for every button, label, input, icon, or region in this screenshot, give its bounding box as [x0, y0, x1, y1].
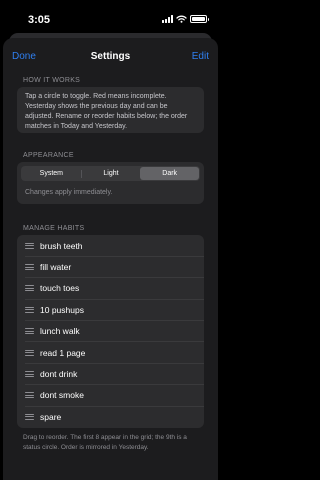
habit-row-read-1-page[interactable]: read 1 page: [17, 342, 204, 364]
cellular-signal-icon: [162, 15, 173, 23]
status-icons: [162, 15, 209, 23]
habit-name: read 1 page: [40, 347, 86, 358]
habit-name: 10 pushups: [40, 304, 84, 315]
habit-name: brush teeth: [40, 240, 83, 251]
appearance-option-dark[interactable]: Dark: [140, 167, 200, 180]
habit-row-10-pushups[interactable]: 10 pushups: [17, 299, 204, 321]
habit-row-touch-toes[interactable]: touch toes: [17, 278, 204, 300]
habit-row-dont-drink[interactable]: dont drink: [17, 363, 204, 386]
drag-handle-icon[interactable]: [25, 264, 34, 271]
how-it-works-card: Tap a circle to toggle. Red means incomp…: [17, 87, 204, 133]
appearance-card: System Light Dark Changes apply immediat…: [17, 162, 204, 204]
navigation-bar: Done Settings Edit: [3, 38, 218, 74]
battery-icon: [190, 15, 209, 23]
drag-handle-icon[interactable]: [25, 306, 34, 313]
habits-list: brush teeth fill water touch toes 10 pus…: [17, 235, 204, 428]
habit-name: spare: [40, 411, 62, 422]
drag-handle-icon[interactable]: [25, 413, 34, 420]
appearance-header: APPEARANCE: [23, 152, 74, 159]
habit-name: dont smoke: [40, 390, 84, 401]
appearance-option-light[interactable]: Light: [82, 167, 141, 180]
habit-row-fill-water[interactable]: fill water: [17, 256, 204, 279]
habit-name: fill water: [40, 262, 72, 273]
appearance-note: Changes apply immediately.: [25, 189, 113, 196]
manage-habits-footer: Drag to reorder. The first 8 appear in t…: [23, 434, 187, 451]
appearance-option-system[interactable]: System: [22, 167, 81, 180]
status-bar: 3:05: [0, 0, 221, 36]
edit-button[interactable]: Edit: [192, 51, 209, 62]
how-it-works-header: HOW IT WORKS: [23, 77, 81, 84]
habit-row-dont-smoke[interactable]: dont smoke: [17, 385, 204, 407]
habit-row-spare[interactable]: spare: [17, 406, 204, 427]
drag-handle-icon[interactable]: [25, 392, 34, 399]
manage-habits-header: MANAGE HABITS: [23, 225, 85, 232]
drag-handle-icon[interactable]: [25, 285, 34, 292]
habit-row-brush-teeth[interactable]: brush teeth: [17, 235, 204, 257]
drag-handle-icon[interactable]: [25, 328, 34, 335]
habit-row-lunch-walk[interactable]: lunch walk: [17, 321, 204, 343]
drag-handle-icon[interactable]: [25, 371, 34, 378]
wifi-icon: [176, 15, 187, 23]
status-time: 3:05: [28, 14, 51, 26]
settings-sheet: Done Settings Edit HOW IT WORKS Tap a ci…: [3, 38, 218, 480]
drag-handle-icon[interactable]: [25, 349, 34, 356]
appearance-segmented-control: System Light Dark: [21, 166, 200, 181]
habit-name: touch toes: [40, 283, 80, 294]
drag-handle-icon[interactable]: [25, 242, 34, 249]
habit-name: lunch walk: [40, 326, 80, 337]
how-it-works-text: Tap a circle to toggle. Red means incomp…: [25, 93, 188, 130]
page-title: Settings: [90, 51, 131, 62]
habit-name: dont drink: [40, 369, 78, 380]
